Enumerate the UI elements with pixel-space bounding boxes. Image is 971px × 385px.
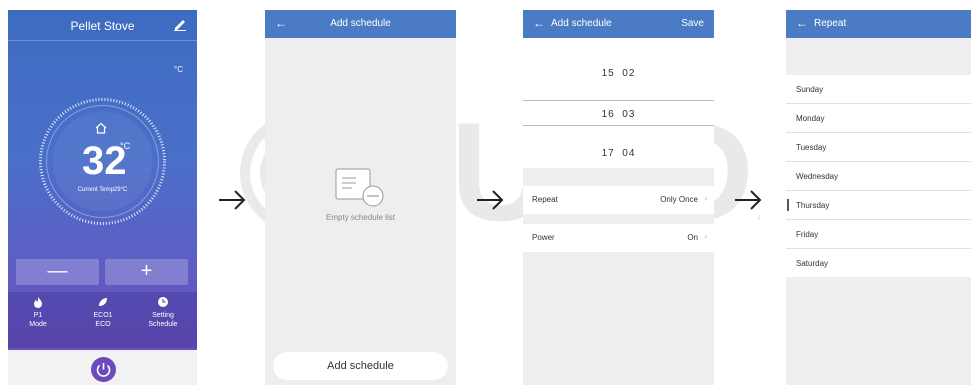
day-option-selected[interactable]: Thursday [786,191,971,219]
page-title: Repeat [814,18,847,29]
day-option[interactable]: Wednesday [786,162,971,190]
picker-row: 15 02 [601,68,636,79]
repeat-label: Repeat [532,195,558,204]
schedule-value: Setting [152,312,174,319]
power-row[interactable]: Power On › [523,224,714,252]
arrow-right-icon [477,190,504,210]
temperature-unit: °C [120,141,131,151]
time-picker[interactable]: 15 02 16 03 17 04 [523,38,714,168]
picker-divider [523,125,714,126]
eco-value: ECO1 [93,312,113,319]
day-option[interactable]: Saturday [786,249,971,277]
save-button[interactable]: Save [681,18,704,29]
flame-icon [34,297,42,308]
picker-divider [523,100,714,101]
unit-toggle[interactable]: °C [174,65,183,74]
header-bar: ← Repeat [786,10,971,38]
decrease-button[interactable]: — [16,259,99,285]
picker-row: 17 04 [601,148,636,159]
chevron-right-icon: › [704,194,707,203]
mode-value: P1 [33,312,43,319]
mode-bar: P1 Mode ECO1 ECO Setting Schedule [8,292,197,348]
picker-row-selected: 16 03 [601,109,636,120]
header-bar: ← Add schedule Save [523,10,714,38]
increase-button[interactable]: + [105,259,188,285]
power-value: On [687,233,698,242]
clock-icon [158,297,168,307]
selection-marker [787,199,789,211]
back-arrow-icon[interactable]: ← [533,16,545,30]
device-title: Pellet Stove [70,19,135,33]
power-label: Power [532,233,555,242]
schedule-item[interactable]: Setting Schedule [133,296,193,329]
day-option[interactable]: Friday [786,220,971,248]
leaf-icon [99,298,107,306]
day-option[interactable]: Monday [786,104,971,132]
back-arrow-icon[interactable]: ← [796,16,808,30]
empty-text: Empty schedule list [326,213,395,222]
mode-item[interactable]: P1 Mode [8,296,68,329]
day-option[interactable]: Sunday [786,75,971,103]
chevron-right-icon: › [704,232,707,241]
eco-item[interactable]: ECO1 ECO [73,296,133,329]
repeat-screen: ← Repeat Sunday Monday Tuesday Wednesday… [786,10,971,385]
arrow-right-icon [735,190,762,210]
bottom-bar [8,350,197,385]
power-icon [96,363,111,377]
page-title: Add schedule [330,18,391,29]
empty-list-icon [335,168,384,207]
schedule-list-screen: ← Add schedule Empty schedule list Add s… [265,10,456,385]
repeat-row[interactable]: Repeat Only Once › [523,186,714,214]
day-option[interactable]: Tuesday [786,133,971,161]
power-button[interactable] [91,357,116,382]
header-divider [8,40,197,41]
current-temperature: Current Temp29°C [77,187,128,193]
repeat-value: Only Once [660,195,698,204]
page-title: Add schedule [551,18,612,29]
add-schedule-button[interactable]: Add schedule [273,352,448,380]
stove-control-screen: Pellet Stove °C 32 °C Current Temp29°C —… [8,10,197,385]
edit-icon[interactable] [173,17,187,31]
home-icon [95,122,107,134]
eco-label: ECO [95,321,111,328]
header-bar: ← Add schedule [265,10,456,38]
schedule-label: Schedule [148,321,178,328]
arrow-right-icon [219,190,246,210]
add-schedule-screen: ← Add schedule Save 15 02 16 03 17 04 Re… [523,10,714,385]
mode-label: Mode [29,321,47,328]
